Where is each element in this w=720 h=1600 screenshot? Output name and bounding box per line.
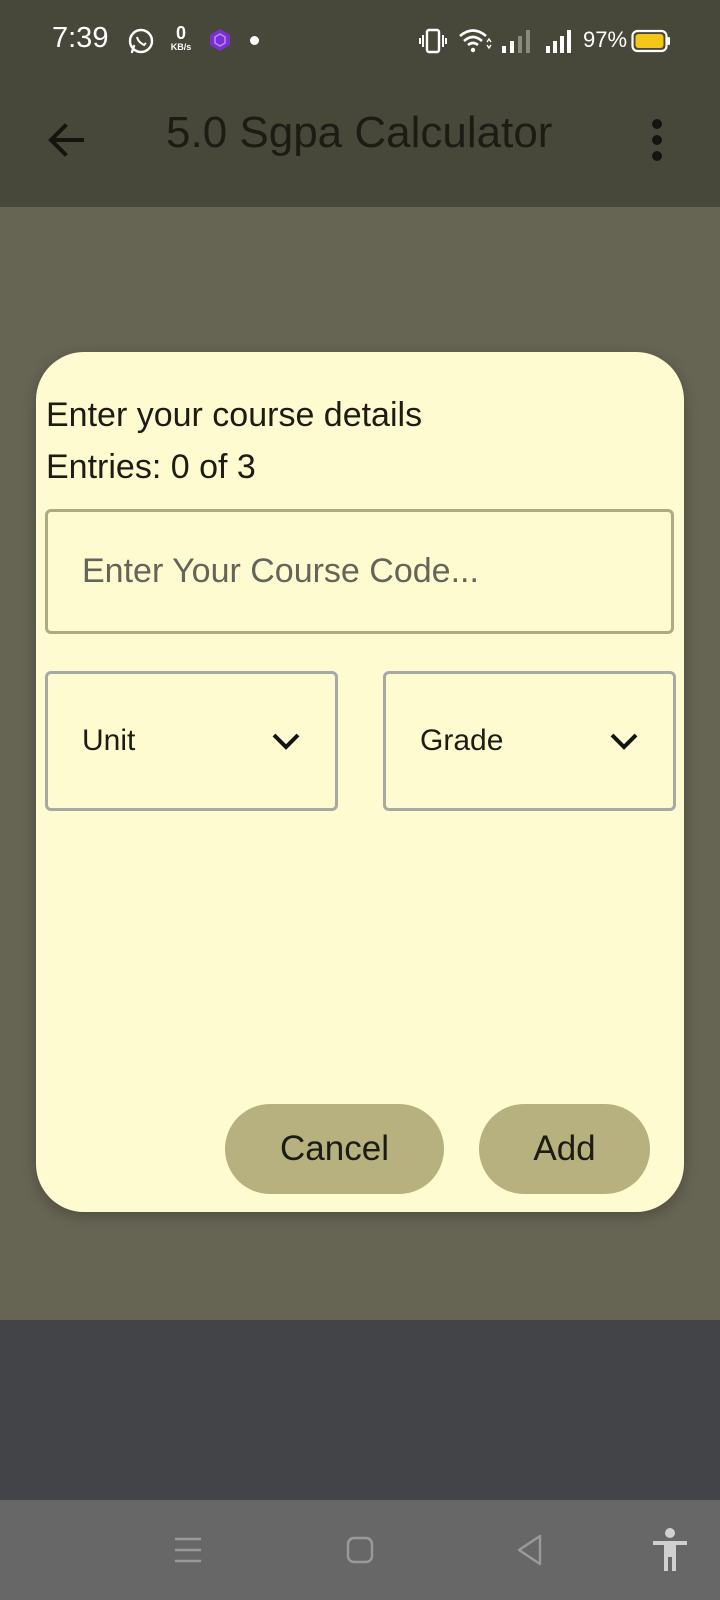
more-vert-icon — [652, 119, 662, 161]
battery-icon — [631, 29, 670, 53]
battery-percent: 97% — [583, 27, 628, 52]
grade-dropdown-label: Grade — [420, 724, 504, 757]
add-button[interactable]: Add — [479, 1104, 650, 1194]
signal-sim2-icon — [546, 30, 571, 53]
status-time: 7:39 — [52, 22, 109, 54]
network-speed-value: 0 — [175, 23, 186, 43]
wifi-icon — [459, 29, 492, 53]
accessibility-icon — [653, 1528, 687, 1571]
unit-dropdown-label: Unit — [82, 724, 136, 757]
overflow-menu-button[interactable] — [632, 108, 682, 172]
recents-button[interactable] — [164, 1526, 212, 1574]
home-button[interactable] — [336, 1526, 384, 1574]
chevron-down-icon — [272, 733, 300, 750]
cancel-button[interactable]: Cancel — [225, 1104, 444, 1194]
network-speed-unit: KB/s — [170, 42, 192, 52]
entries-counter: Entries: 0 of 3 — [46, 448, 256, 486]
dialog-title: Enter your course details — [46, 396, 423, 434]
home-icon — [346, 1536, 374, 1564]
vibrate-icon — [419, 28, 447, 54]
navigation-bar — [0, 1500, 720, 1600]
network-speed: 0 KB/s — [166, 24, 196, 52]
course-details-dialog: Enter your course details Entries: 0 of … — [36, 352, 684, 1212]
page-title: 5.0 Sgpa Calculator — [166, 108, 553, 157]
course-code-placeholder: Enter Your Course Code... — [82, 552, 479, 590]
grade-dropdown[interactable]: Grade — [383, 671, 676, 811]
back-triangle-icon — [517, 1534, 542, 1566]
whatsapp-icon — [128, 28, 154, 54]
chevron-down-icon — [610, 733, 638, 750]
system-back-button[interactable] — [506, 1526, 554, 1574]
notification-dot-icon — [250, 36, 259, 45]
course-code-input[interactable]: Enter Your Course Code... — [45, 509, 674, 634]
arrow-back-icon — [48, 123, 84, 157]
back-button[interactable] — [36, 110, 96, 170]
status-bar: 7:39 0 KB/s 97% — [0, 0, 720, 82]
app-bar: 5.0 Sgpa Calculator — [0, 82, 720, 207]
accessibility-button[interactable] — [646, 1522, 694, 1578]
recents-icon — [175, 1537, 201, 1563]
signal-sim1-icon — [502, 30, 530, 53]
app-notification-icon — [210, 29, 230, 51]
bottom-area — [0, 1320, 720, 1500]
unit-dropdown[interactable]: Unit — [45, 671, 338, 811]
